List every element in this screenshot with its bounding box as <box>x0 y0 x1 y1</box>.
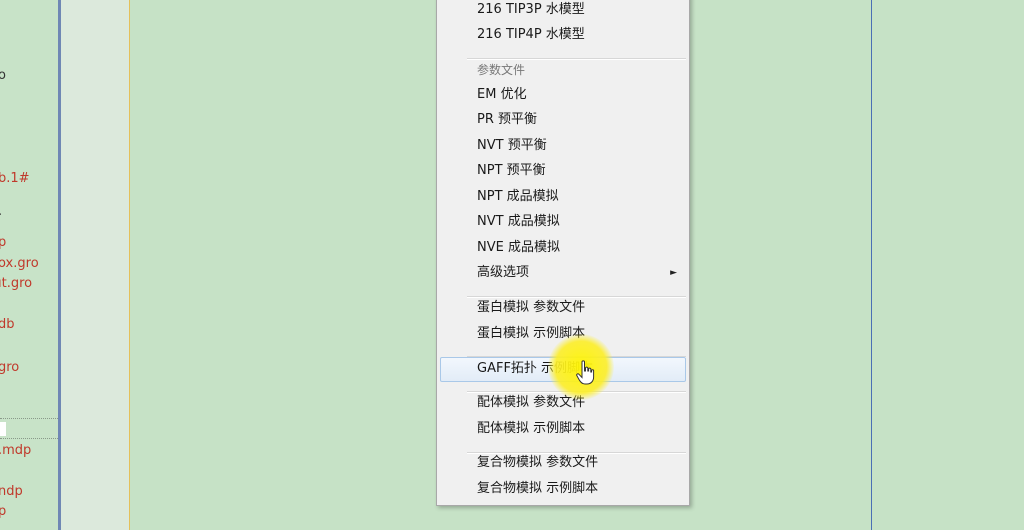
menu-separator <box>467 58 686 60</box>
menu-item[interactable]: 216 TIP4P 水模型 <box>477 27 585 43</box>
right-area <box>872 0 1024 530</box>
file-item[interactable]: b.1# <box>0 171 30 186</box>
menu-item[interactable]: PR 预平衡 <box>477 112 537 128</box>
menu-item-label: EM 优化 <box>477 87 527 102</box>
menu-separator <box>467 296 686 298</box>
menu-item-label: 复合物模拟 示例脚本 <box>477 481 599 496</box>
menu-item[interactable]: NPT 成品模拟 <box>477 189 559 205</box>
menu-item-label: 复合物模拟 参数文件 <box>477 455 599 470</box>
menu-item-label: NVE 成品模拟 <box>477 240 560 255</box>
file-item[interactable]: gro <box>0 360 19 375</box>
menu-item-label: PR 预平衡 <box>477 112 538 127</box>
file-item[interactable]: p <box>0 504 6 519</box>
menu-item[interactable]: EM 优化 <box>477 87 527 103</box>
menu-item[interactable]: 复合物模拟 示例脚本 <box>477 481 598 497</box>
menu-item[interactable]: 216 TIP3P 水模型 <box>477 2 585 18</box>
menu-item[interactable]: 蛋白模拟 参数文件 <box>477 300 585 316</box>
file-item[interactable]: o <box>0 68 6 83</box>
menu-item-label: NPT 预平衡 <box>477 163 546 178</box>
menu-item[interactable]: 复合物模拟 参数文件 <box>477 455 598 471</box>
hand-cursor-icon <box>576 360 595 385</box>
menu-item[interactable]: NPT 预平衡 <box>477 163 546 179</box>
submenu-arrow-icon: ► <box>670 268 677 278</box>
menu-section-header: 参数文件 <box>477 62 525 78</box>
menu-item-label: NPT 成品模拟 <box>477 189 559 204</box>
menu-item-label: 参数文件 <box>477 63 526 77</box>
context-menu: 216 TIP3P 水模型 216 TIP4P 水模型 参数文件 EM 优化 PR 预平… <box>436 0 690 506</box>
editor-gutter <box>61 0 129 530</box>
menu-item-label: NVT 预平衡 <box>477 138 547 153</box>
menu-item[interactable]: NVT 预平衡 <box>477 138 547 154</box>
menu-item[interactable]: NVT 成品模拟 <box>477 214 560 230</box>
file-item[interactable]: db <box>0 317 15 332</box>
file-item[interactable]: ox.gro <box>0 256 39 271</box>
menu-item-label: 蛋白模拟 参数文件 <box>477 300 586 315</box>
menu-item[interactable]: 配体模拟 示例脚本 <box>477 421 585 437</box>
menu-item-label: 高级选项 <box>477 265 530 280</box>
file-tree-panel: o b.1# · p ox.gro ıt.gro db gro .mdp ndp p <box>0 0 60 530</box>
divider <box>0 438 60 439</box>
menu-item-label: 216 TIP3P 水模型 <box>477 2 585 17</box>
menu-item[interactable]: NVE 成品模拟 <box>477 240 560 256</box>
file-item[interactable]: .mdp <box>0 443 31 458</box>
menu-item-label: 配体模拟 示例脚本 <box>477 421 586 436</box>
menu-item[interactable]: 高级选项 ► <box>477 265 689 281</box>
selected-item-strip <box>0 422 6 436</box>
menu-item-label: 216 TIP4P 水模型 <box>477 27 585 42</box>
file-item[interactable]: · <box>0 208 2 223</box>
divider <box>0 418 60 419</box>
menu-item-label: NVT 成品模拟 <box>477 214 560 229</box>
menu-separator <box>467 452 686 454</box>
file-item[interactable]: p <box>0 235 6 250</box>
file-item[interactable]: ıt.gro <box>0 276 32 291</box>
file-item[interactable]: ndp <box>0 484 23 499</box>
